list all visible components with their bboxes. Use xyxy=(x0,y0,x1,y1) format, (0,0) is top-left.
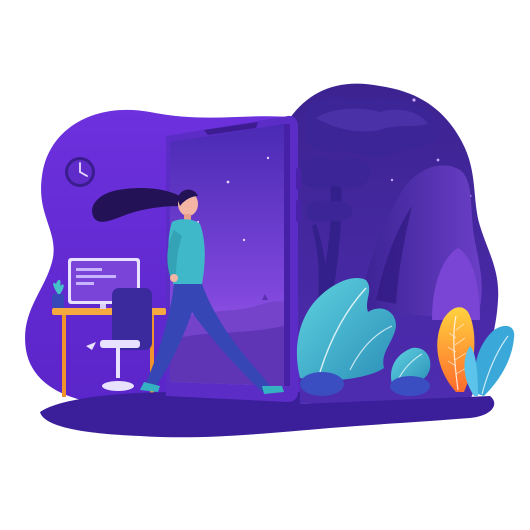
portal-illustration xyxy=(25,83,515,438)
wall-clock-icon xyxy=(65,157,95,187)
